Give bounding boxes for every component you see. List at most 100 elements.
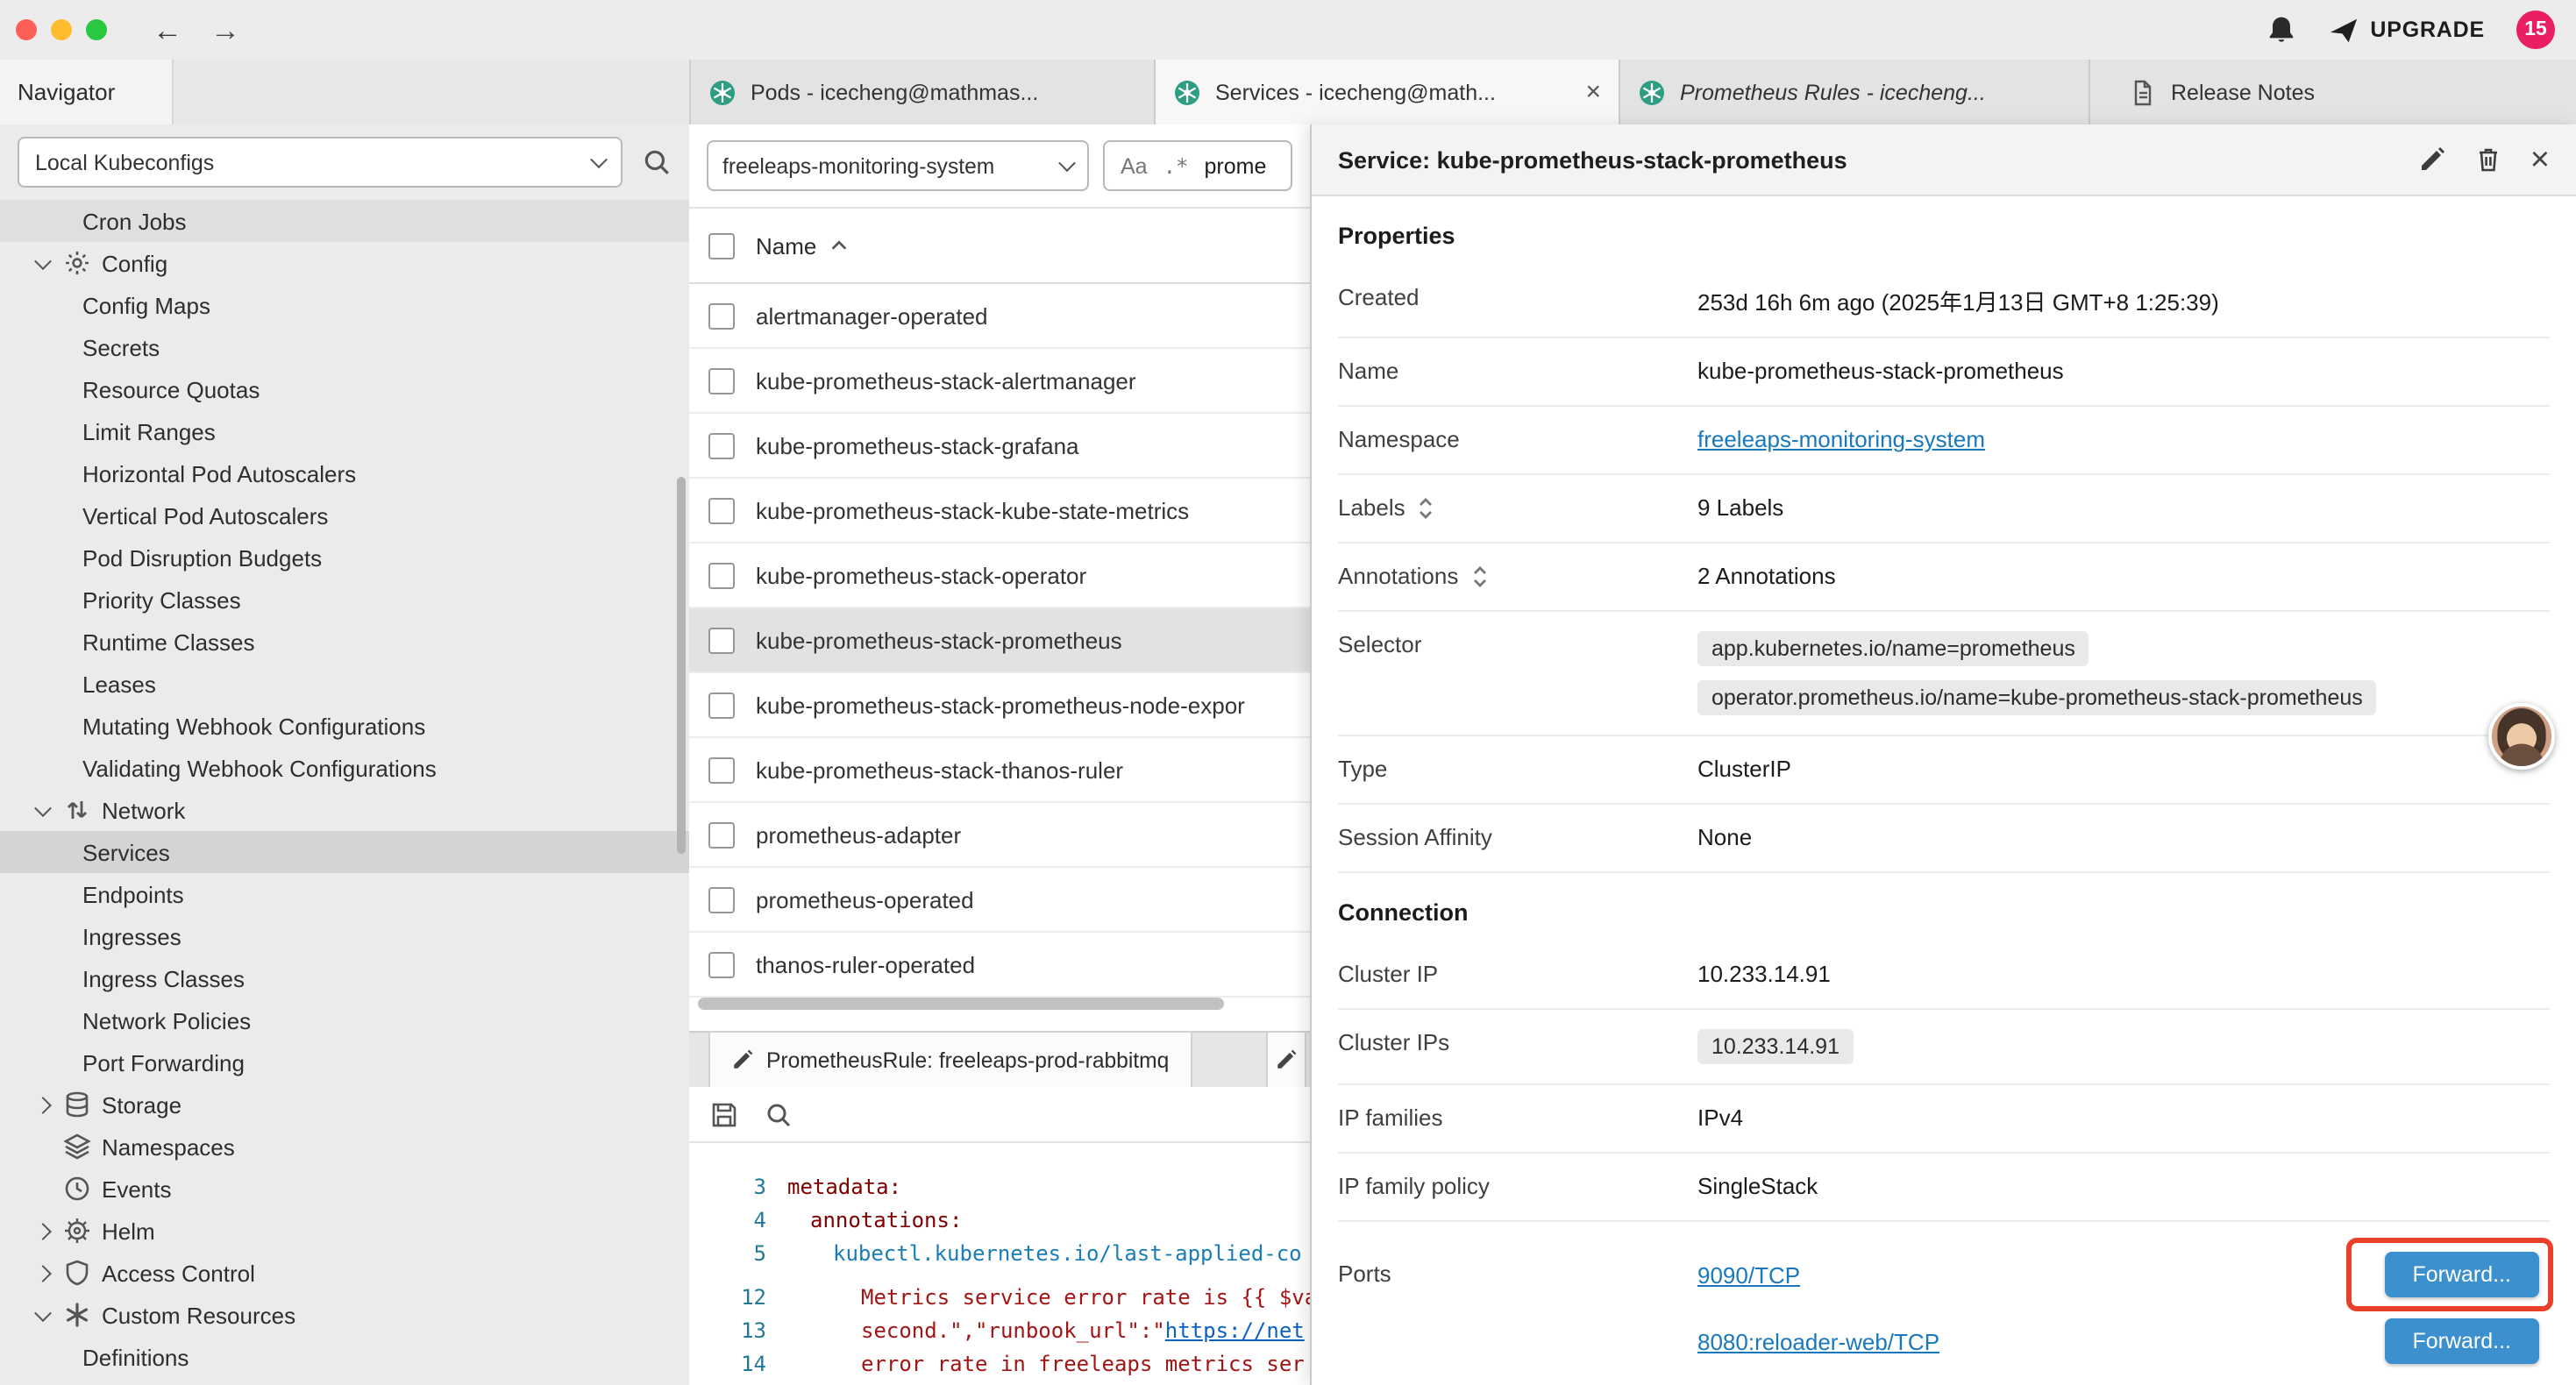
sidebar-item-config[interactable]: Config <box>0 242 689 284</box>
save-icon[interactable] <box>710 1100 738 1128</box>
sidebar-item-ingress-classes[interactable]: Ingress Classes <box>0 957 689 999</box>
sidebar-item-access-control[interactable]: Access Control <box>0 1252 689 1294</box>
sidebar-item-port-forwarding[interactable]: Port Forwarding <box>0 1041 689 1083</box>
scrollbar-thumb[interactable] <box>698 998 1224 1010</box>
row-checkbox[interactable] <box>708 627 735 653</box>
notifications-bell-icon[interactable] <box>2265 14 2296 46</box>
tab-prometheus-rules[interactable]: Prometheus Rules - icecheng... <box>1620 60 2090 124</box>
sidebar-item-vertical-pod-autoscalers[interactable]: Vertical Pod Autoscalers <box>0 494 689 536</box>
notification-count-badge[interactable]: 15 <box>2516 11 2555 49</box>
row-checkbox[interactable] <box>708 756 735 783</box>
sidebar-item-helm[interactable]: Helm <box>0 1210 689 1252</box>
sidebar-item-leases[interactable]: Leases <box>0 663 689 705</box>
sidebar-item-pod-disruption-budgets[interactable]: Pod Disruption Budgets <box>0 536 689 579</box>
labels-count[interactable]: 9 Labels <box>1697 494 2550 521</box>
sidebar-item-validating-webhook-configurations[interactable]: Validating Webhook Configurations <box>0 747 689 789</box>
sidebar-item-resource-quotas[interactable]: Resource Quotas <box>0 368 689 410</box>
sidebar-item-config-maps[interactable]: Config Maps <box>0 284 689 326</box>
row-checkbox[interactable] <box>708 562 735 588</box>
tab-services[interactable]: Services - icecheng@math... × <box>1156 60 1620 124</box>
close-tab-icon[interactable]: × <box>1575 77 1601 107</box>
row-checkbox[interactable] <box>708 367 735 394</box>
name-column-header[interactable]: Name <box>756 232 848 259</box>
user-avatar[interactable] <box>2488 703 2555 770</box>
kubeconfig-select[interactable]: Local Kubeconfigs <box>18 137 623 188</box>
row-checkbox[interactable] <box>708 951 735 977</box>
table-row[interactable]: prometheus-operated <box>689 868 1310 933</box>
expand-chevron-icon[interactable] <box>32 257 53 269</box>
sidebar-item-network[interactable]: Network <box>0 789 689 831</box>
match-case-toggle[interactable]: Aa <box>1121 153 1148 178</box>
table-row[interactable]: kube-prometheus-stack-alertmanager <box>689 349 1310 414</box>
sidebar-item-runtime-classes[interactable]: Runtime Classes <box>0 621 689 663</box>
sidebar-item-namespaces[interactable]: Namespaces <box>0 1126 689 1168</box>
dock-tab-partial[interactable] <box>1266 1031 1306 1087</box>
select-all-checkbox[interactable] <box>708 232 735 259</box>
forward-port-button[interactable]: Forward... <box>2384 1252 2539 1297</box>
search-icon[interactable] <box>765 1100 793 1128</box>
tab-pods[interactable]: Pods - icecheng@mathmas... <box>691 60 1156 124</box>
table-row[interactable]: kube-prometheus-stack-prometheus-node-ex… <box>689 673 1310 738</box>
close-icon[interactable]: × <box>2530 143 2550 176</box>
back-arrow-icon[interactable]: ← <box>153 15 182 45</box>
forward-port-button[interactable]: Forward... <box>2384 1318 2539 1364</box>
table-row[interactable]: kube-prometheus-stack-thanos-ruler <box>689 738 1310 803</box>
sidebar-search-icon[interactable] <box>642 147 672 177</box>
table-row[interactable]: kube-prometheus-stack-grafana <box>689 414 1310 479</box>
table-row[interactable]: prometheus-adapter <box>689 803 1310 868</box>
horizontal-scrollbar[interactable] <box>689 996 1310 1012</box>
row-checkbox[interactable] <box>708 432 735 458</box>
expand-chevron-icon[interactable] <box>32 1309 53 1321</box>
port-8080-reloader-web-link[interactable]: 8080:reloader-web/TCP <box>1697 1328 1939 1354</box>
sidebar-item-definitions[interactable]: Definitions <box>0 1336 689 1378</box>
sidebar-item-events[interactable]: Events <box>0 1168 689 1210</box>
sidebar-item-secrets[interactable]: Secrets <box>0 326 689 368</box>
table-row[interactable]: thanos-ruler-operated <box>689 933 1310 998</box>
table-row[interactable]: alertmanager-operated <box>689 284 1310 349</box>
tab-release-notes[interactable]: Release Notes <box>2090 60 2576 124</box>
dock-tab-prometheusrule[interactable]: PrometheusRule: freeleaps-prod-rabbitmq <box>708 1031 1192 1087</box>
sidebar-item-services[interactable]: Services <box>0 831 689 873</box>
sidebar-item-cron-jobs[interactable]: Cron Jobs <box>0 200 689 242</box>
table-row-selected[interactable]: kube-prometheus-stack-prometheus <box>689 608 1310 673</box>
expand-collapse-icon[interactable] <box>1418 495 1435 520</box>
sidebar-item-endpoints[interactable]: Endpoints <box>0 873 689 915</box>
row-checkbox[interactable] <box>708 692 735 718</box>
annotations-count[interactable]: 2 Annotations <box>1697 563 2550 589</box>
yaml-editor[interactable]: 3metadata: 4annotations: 5kubectl.kubern… <box>689 1143 1310 1385</box>
namespace-filter-select[interactable]: freeleaps-monitoring-system <box>707 140 1089 191</box>
sidebar-item-horizontal-pod-autoscalers[interactable]: Horizontal Pod Autoscalers <box>0 452 689 494</box>
port-9090-link[interactable]: 9090/TCP <box>1697 1261 1800 1288</box>
regex-toggle[interactable]: .* <box>1163 153 1189 178</box>
edit-pencil-icon[interactable] <box>2418 146 2446 174</box>
editor-line: 12Metrics service error rate is {{ $va <box>689 1282 1310 1315</box>
close-window-button[interactable] <box>16 19 37 40</box>
search-input[interactable]: Aa .* prome <box>1103 140 1292 191</box>
row-checkbox[interactable] <box>708 821 735 848</box>
collapse-chevron-icon[interactable] <box>32 1225 53 1237</box>
sidebar-item-mutating-webhook-configurations[interactable]: Mutating Webhook Configurations <box>0 705 689 747</box>
delete-trash-icon[interactable] <box>2474 146 2502 174</box>
namespace-link[interactable]: freeleaps-monitoring-system <box>1697 426 1985 452</box>
row-checkbox[interactable] <box>708 302 735 329</box>
collapse-chevron-icon[interactable] <box>32 1098 53 1111</box>
maximize-window-button[interactable] <box>86 19 107 40</box>
sidebar-item-priority-classes[interactable]: Priority Classes <box>0 579 689 621</box>
expand-chevron-icon[interactable] <box>32 804 53 816</box>
sidebar-item-storage[interactable]: Storage <box>0 1083 689 1126</box>
table-row[interactable]: kube-prometheus-stack-operator <box>689 543 1310 608</box>
row-checkbox[interactable] <box>708 497 735 523</box>
forward-arrow-icon[interactable]: → <box>210 15 240 45</box>
row-checkbox[interactable] <box>708 886 735 913</box>
upgrade-button[interactable]: UPGRADE <box>2328 15 2485 45</box>
sidebar-scrollbar[interactable] <box>677 477 686 854</box>
collapse-chevron-icon[interactable] <box>32 1267 53 1279</box>
expand-collapse-icon[interactable] <box>1470 564 1488 588</box>
port-line: 9090/TCP Forward... <box>1697 1241 2550 1308</box>
sidebar-item-custom-resources[interactable]: Custom Resources <box>0 1294 689 1336</box>
sidebar-item-ingresses[interactable]: Ingresses <box>0 915 689 957</box>
table-row[interactable]: kube-prometheus-stack-kube-state-metrics <box>689 479 1310 543</box>
sidebar-item-network-policies[interactable]: Network Policies <box>0 999 689 1041</box>
minimize-window-button[interactable] <box>51 19 72 40</box>
sidebar-item-limit-ranges[interactable]: Limit Ranges <box>0 410 689 452</box>
